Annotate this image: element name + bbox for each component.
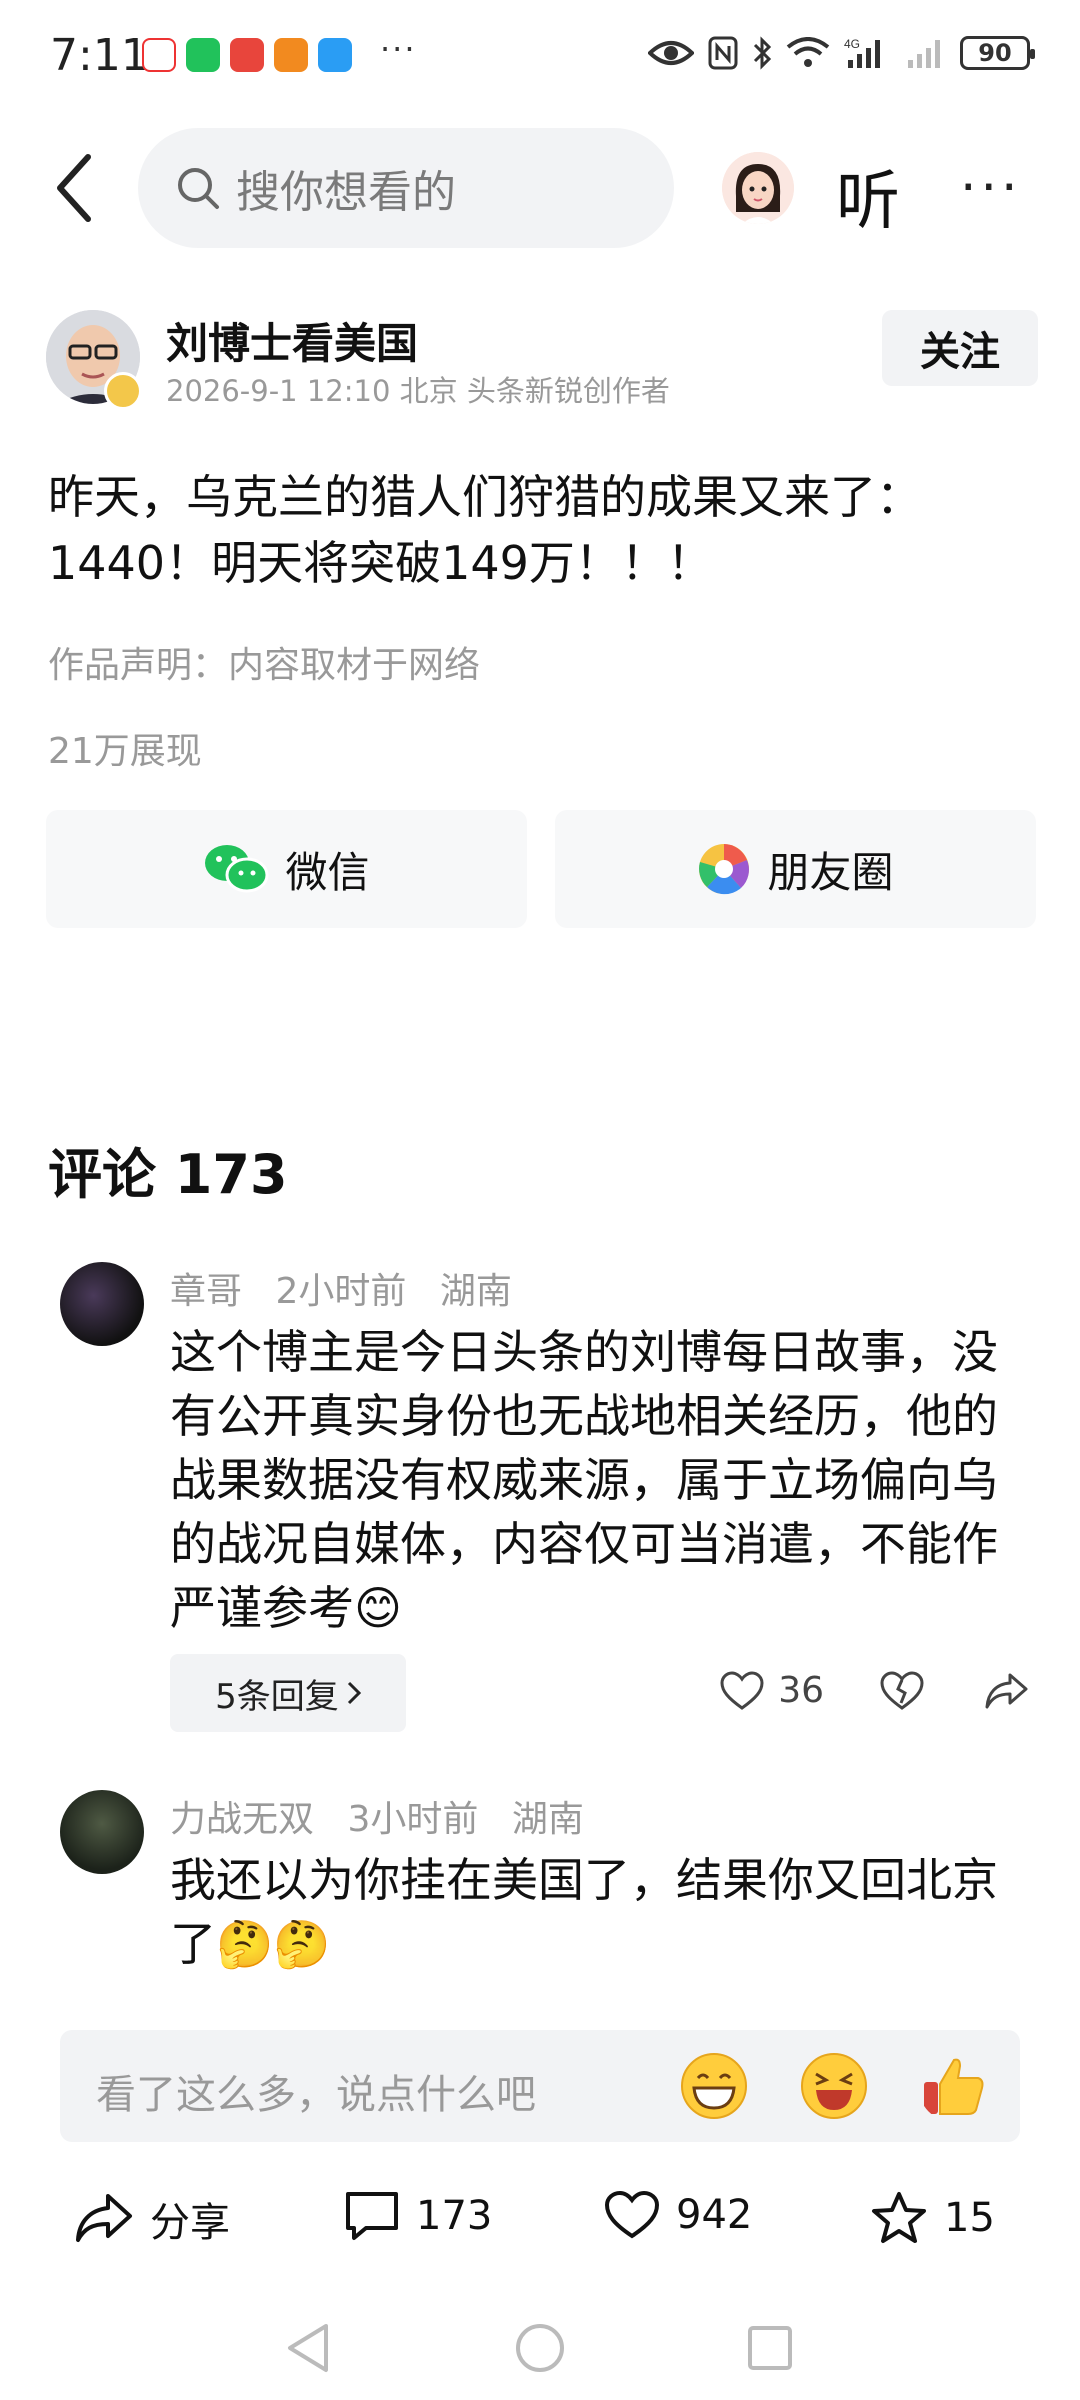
author-row: 刘博士看美国 2026-9-1 12:10 北京 头条新锐创作者 关注 <box>46 310 1038 410</box>
chevron-right-icon <box>347 1681 361 1705</box>
star-icon <box>872 2192 926 2243</box>
post-views: 21万展现 <box>48 731 202 772</box>
status-time: 7:11 <box>50 30 149 81</box>
comment-placeholder: 看了这么多，说点什么吧 <box>96 2072 536 2118</box>
assistant-avatar[interactable] <box>722 152 794 224</box>
signal-empty-icon <box>908 40 940 68</box>
girl-avatar-icon <box>722 152 794 224</box>
share-moments-label: 朋友圈 <box>767 847 894 897</box>
share-moments-button[interactable]: 朋友圈 <box>555 810 1036 928</box>
top-nav: 搜你想看的 听 ··· <box>0 128 1080 248</box>
creator-badge-icon <box>104 372 142 410</box>
share-wechat-label: 微信 <box>285 847 370 897</box>
battery-indicator: 90 <box>960 36 1035 70</box>
comment-count: 173 <box>416 2193 493 2239</box>
status-indicators: 4G 90 <box>648 36 1035 70</box>
comment-input[interactable]: 看了这么多，说点什么吧 <box>60 2030 1020 2142</box>
favorite-button[interactable]: 15 <box>870 2190 995 2246</box>
comment-item: 力战无双 3小时前 湖南 我还以为你挂在美国了，结果你又回北京了🤔🤔 <box>60 1790 1030 2010</box>
comments-title: 评论 173 <box>48 1143 288 1206</box>
chevron-left-icon <box>57 154 91 222</box>
share-wechat-button[interactable]: 微信 <box>46 810 527 928</box>
post-text: 昨天，乌克兰的猎人们狩猎的成果又来了：1440！明天将突破149万！！！ <box>48 470 922 590</box>
wifi-icon <box>786 37 830 67</box>
search-input[interactable]: 搜你想看的 <box>138 128 674 248</box>
post-statement: 作品声明：内容取材于网络 <box>48 645 481 686</box>
shop-notification-icon <box>230 38 264 72</box>
follow-button[interactable]: 关注 <box>882 310 1038 386</box>
author-meta: 2026-9-1 12:10 北京 头条新锐创作者 <box>166 374 670 408</box>
app-notification-icon <box>142 38 176 72</box>
eye-icon <box>648 41 694 65</box>
like-count: 942 <box>676 2192 753 2238</box>
commenter-avatar[interactable] <box>60 1262 144 1346</box>
comment-text: 这个博主是今日头条的刘博每日故事，没有公开真实身份也无战地相关经历，他的战果数据… <box>170 1325 998 1635</box>
status-app-icons <box>142 38 352 72</box>
share-button[interactable]: 分享 <box>74 2190 230 2248</box>
grin-emoji-icon[interactable] <box>678 2050 750 2122</box>
replies-label: 5条回复 <box>215 1676 339 1717</box>
commenter-avatar[interactable] <box>60 1790 144 1874</box>
like-button[interactable]: 942 <box>604 2190 752 2240</box>
comment-bubble-icon <box>346 2192 398 2240</box>
comment-button[interactable]: 173 <box>344 2190 492 2242</box>
heart-icon[interactable] <box>720 1670 764 1711</box>
commenter-name[interactable]: 章哥 <box>170 1271 242 1312</box>
signal-4g-icon: 4G <box>844 37 880 68</box>
commenter-name[interactable]: 力战无双 <box>170 1799 314 1840</box>
comment-time: 3小时前 <box>347 1799 479 1840</box>
comment-location: 湖南 <box>511 1799 584 1840</box>
listen-button[interactable]: 听 <box>836 150 900 242</box>
nav-home-icon[interactable] <box>514 2322 566 2374</box>
share-row: 微信 朋友圈 <box>46 810 1036 928</box>
comment-header: 力战无双 3小时前 湖南 <box>170 1790 606 1842</box>
forward-icon[interactable] <box>984 1671 1030 1711</box>
wechat-notification-icon <box>186 38 220 72</box>
author-name[interactable]: 刘博士看美国 <box>166 310 418 371</box>
video-notification-icon <box>274 38 308 72</box>
moments-icon <box>699 844 750 895</box>
search-icon <box>178 168 219 209</box>
comment-item: 章哥 2小时前 湖南 这个博主是今日头条的刘博每日故事，没有公开真实身份也无战地… <box>60 1262 1030 1742</box>
heart-icon <box>604 2190 660 2239</box>
bluetooth-icon <box>753 36 772 70</box>
nav-recents-icon[interactable] <box>746 2324 794 2372</box>
cloud-notification-icon <box>318 38 352 72</box>
wechat-icon <box>205 845 269 893</box>
share-label: 分享 <box>150 2200 230 2246</box>
comment-like-count: 36 <box>778 1670 824 1711</box>
thumbs-up-emoji-icon[interactable] <box>918 2050 990 2122</box>
back-button[interactable] <box>44 150 104 226</box>
comment-text: 我还以为你挂在美国了，结果你又回北京了🤔🤔 <box>170 1853 998 1971</box>
nav-back-icon[interactable] <box>284 2322 332 2374</box>
svg-text:4G: 4G <box>844 37 860 51</box>
system-nav-bar <box>0 2300 1080 2400</box>
laugh-emoji-icon[interactable] <box>798 2050 870 2122</box>
comment-time: 2小时前 <box>275 1271 407 1312</box>
more-notifications-icon: ··· <box>380 30 417 68</box>
more-button[interactable]: ··· <box>960 158 1022 218</box>
search-placeholder: 搜你想看的 <box>236 167 456 218</box>
comment-actions: 36 <box>720 1670 1030 1711</box>
share-arrow-icon <box>76 2194 132 2242</box>
favorite-count: 15 <box>944 2195 995 2241</box>
nfc-icon <box>708 36 738 70</box>
status-bar: 7:11 ··· 4G 90 <box>0 0 1080 110</box>
view-replies-button[interactable]: 5条回复 <box>170 1654 406 1732</box>
comment-header: 章哥 2小时前 湖南 <box>170 1262 534 1314</box>
dislike-icon[interactable] <box>880 1670 924 1711</box>
bottom-action-bar: 分享 173 942 15 <box>0 2170 1080 2290</box>
comment-location: 湖南 <box>439 1271 512 1312</box>
